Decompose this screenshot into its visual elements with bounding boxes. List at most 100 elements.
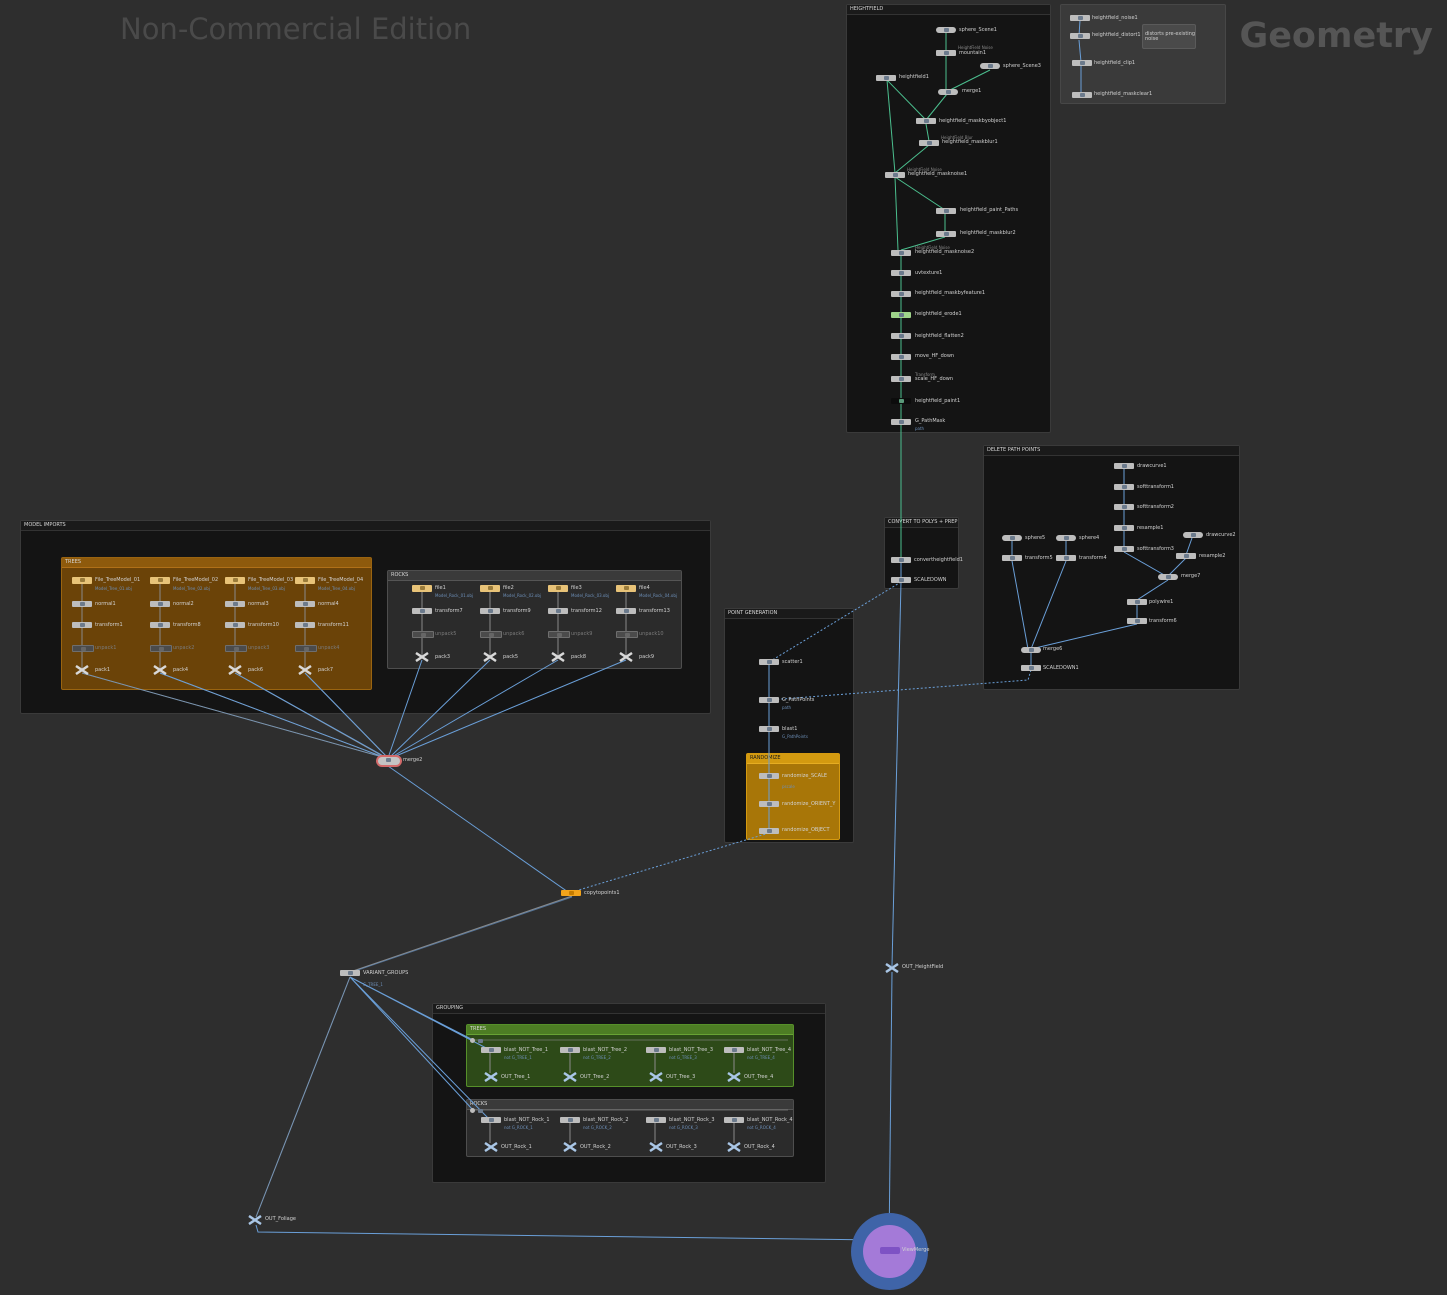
- node-blast1[interactable]: [759, 726, 779, 732]
- node-drawcurve1[interactable]: [1114, 463, 1134, 469]
- node-move-hf-down[interactable]: [891, 354, 911, 360]
- node-softtransform1[interactable]: [1114, 484, 1134, 490]
- node-scaledown[interactable]: [891, 577, 911, 583]
- node-file-rock[interactable]: [616, 585, 636, 592]
- node-transform[interactable]: [480, 608, 500, 614]
- node-masknoise2[interactable]: [891, 250, 911, 256]
- node-convertheightfield1[interactable]: [891, 557, 911, 563]
- node-mountain1[interactable]: [936, 50, 956, 56]
- node-group-rocks-input[interactable]: [470, 1108, 483, 1113]
- node-out-tree[interactable]: [484, 1072, 498, 1082]
- node-transform[interactable]: [295, 622, 315, 628]
- node-unpack[interactable]: [412, 631, 434, 638]
- node-masknoise1[interactable]: [885, 172, 905, 178]
- node-maskblur2[interactable]: [936, 231, 956, 237]
- node-scatter1[interactable]: [759, 659, 779, 665]
- node-unpack[interactable]: [295, 645, 317, 652]
- node-sphere4[interactable]: [1056, 535, 1076, 541]
- node-out-rock[interactable]: [727, 1142, 741, 1152]
- node-normal[interactable]: [72, 601, 92, 607]
- node-file-rock[interactable]: [548, 585, 568, 592]
- node-uvtexture1[interactable]: [891, 270, 911, 276]
- node-unpack[interactable]: [150, 645, 172, 652]
- node-blast-not-tree[interactable]: [481, 1047, 501, 1053]
- node-transform[interactable]: [412, 608, 432, 614]
- node-heightfield-clip1[interactable]: [1072, 60, 1092, 66]
- node-file-rock[interactable]: [480, 585, 500, 592]
- node-randomize-scale[interactable]: [759, 773, 779, 779]
- node-transform[interactable]: [72, 622, 92, 628]
- node-file-rock[interactable]: [412, 585, 432, 592]
- node-resample2[interactable]: [1176, 553, 1196, 559]
- node-g-pathpoints[interactable]: [759, 697, 779, 703]
- node-pack[interactable]: [483, 652, 497, 662]
- node-transform[interactable]: [225, 622, 245, 628]
- node-pack[interactable]: [298, 665, 312, 675]
- node-blast-not-tree[interactable]: [646, 1047, 666, 1053]
- node-file-treemodel[interactable]: [295, 577, 315, 584]
- node-blast-not-rock[interactable]: [481, 1117, 501, 1123]
- node-transform4[interactable]: [1056, 555, 1076, 561]
- node-drawcurve2[interactable]: [1183, 532, 1203, 538]
- node-pack[interactable]: [551, 652, 565, 662]
- node-flatten2[interactable]: [891, 333, 911, 339]
- node-file-treemodel[interactable]: [225, 577, 245, 584]
- node-blast-not-rock[interactable]: [560, 1117, 580, 1123]
- node-merge6[interactable]: [1021, 647, 1041, 653]
- node-out-rock[interactable]: [563, 1142, 577, 1152]
- node-softtransform3[interactable]: [1114, 546, 1134, 552]
- node-transform5[interactable]: [1002, 555, 1022, 561]
- node-out-heightfield[interactable]: [885, 963, 899, 973]
- node-heightfield-distort1[interactable]: [1070, 33, 1090, 39]
- node-out-tree[interactable]: [727, 1072, 741, 1082]
- node-scaledown1[interactable]: [1021, 665, 1041, 671]
- node-file-treemodel[interactable]: [150, 577, 170, 584]
- node-unpack[interactable]: [72, 645, 94, 652]
- node-blast-not-tree[interactable]: [724, 1047, 744, 1053]
- sticky-note[interactable]: distorts pre-existing noise: [1142, 24, 1196, 49]
- node-pack[interactable]: [153, 665, 167, 675]
- node-pack[interactable]: [75, 665, 89, 675]
- node-resample1[interactable]: [1114, 525, 1134, 531]
- node-pack[interactable]: [228, 665, 242, 675]
- node-maskblur1[interactable]: [919, 140, 939, 146]
- node-sphere5[interactable]: [1002, 535, 1022, 541]
- node-file-treemodel[interactable]: [72, 577, 92, 584]
- node-pack[interactable]: [619, 652, 633, 662]
- node-out-foliage[interactable]: [248, 1215, 262, 1225]
- node-viewmerge[interactable]: [880, 1247, 900, 1254]
- node-scale-hf-down[interactable]: [891, 376, 911, 382]
- node-variant-groups[interactable]: [340, 970, 360, 976]
- sticky-note-text[interactable]: distorts pre-existing noise: [1145, 32, 1195, 42]
- node-pack[interactable]: [415, 652, 429, 662]
- node-paint-paths[interactable]: [936, 208, 956, 214]
- node-merge2[interactable]: [378, 757, 400, 765]
- node-group-trees-input[interactable]: [470, 1038, 483, 1043]
- node-unpack[interactable]: [548, 631, 570, 638]
- node-out-rock[interactable]: [484, 1142, 498, 1152]
- node-transform[interactable]: [548, 608, 568, 614]
- node-unpack[interactable]: [480, 631, 502, 638]
- node-transform[interactable]: [150, 622, 170, 628]
- node-out-rock[interactable]: [649, 1142, 663, 1152]
- node-softtransform2[interactable]: [1114, 504, 1134, 510]
- node-transform6[interactable]: [1127, 618, 1147, 624]
- node-blast-not-rock[interactable]: [724, 1117, 744, 1123]
- node-polywire1[interactable]: [1127, 599, 1147, 605]
- node-erode1[interactable]: [891, 312, 911, 318]
- node-blast-not-tree[interactable]: [560, 1047, 580, 1053]
- node-heightfield-noise1[interactable]: [1070, 15, 1090, 21]
- node-normal[interactable]: [150, 601, 170, 607]
- node-randomize-orient[interactable]: [759, 801, 779, 807]
- node-maskbyfeature1[interactable]: [891, 291, 911, 297]
- node-out-tree[interactable]: [563, 1072, 577, 1082]
- node-g-pathmask[interactable]: [891, 419, 911, 425]
- node-sphere-scene1[interactable]: [936, 27, 956, 33]
- node-transform[interactable]: [616, 608, 636, 614]
- node-merge7[interactable]: [1158, 574, 1178, 580]
- node-out-tree[interactable]: [649, 1072, 663, 1082]
- node-normal[interactable]: [225, 601, 245, 607]
- node-heightfield-paint1[interactable]: [891, 398, 911, 404]
- node-maskbyobject1[interactable]: [916, 118, 936, 124]
- node-blast-not-rock[interactable]: [646, 1117, 666, 1123]
